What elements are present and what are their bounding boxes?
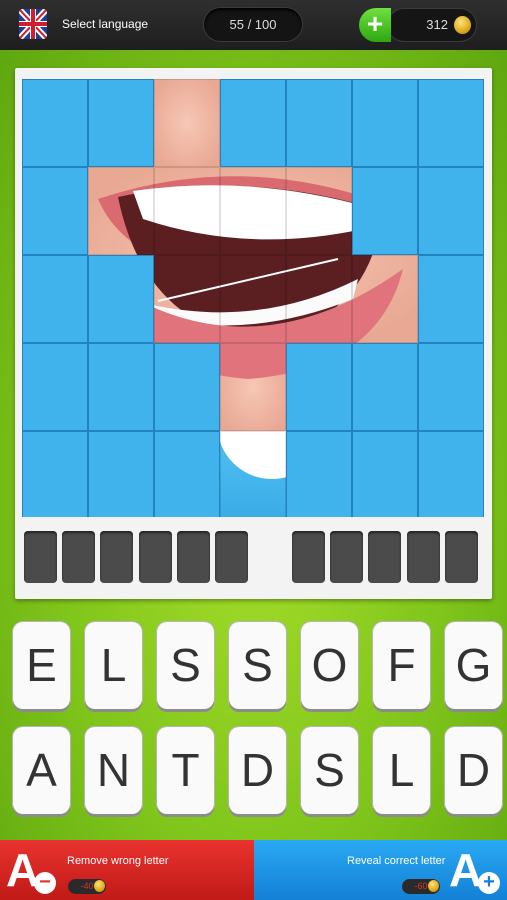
letter-key[interactable]: D xyxy=(445,727,502,814)
coin-count: 312 xyxy=(426,17,448,32)
hidden-tile xyxy=(22,79,88,167)
hidden-tile xyxy=(352,343,418,431)
answer-slot[interactable] xyxy=(176,531,210,583)
select-language-link[interactable]: Select language xyxy=(62,17,148,31)
hidden-tile xyxy=(352,167,418,255)
add-coins-button[interactable]: + xyxy=(359,8,391,42)
level-progress: 55 / 100 xyxy=(204,8,302,41)
hidden-tile xyxy=(154,343,220,431)
hidden-tile xyxy=(286,79,352,167)
revealed-tile xyxy=(88,167,154,255)
letter-key[interactable]: L xyxy=(85,622,142,709)
letter-key[interactable]: N xyxy=(85,727,142,814)
revealed-tile xyxy=(286,167,352,255)
revealed-tile xyxy=(154,79,220,167)
letter-key[interactable]: D xyxy=(229,727,286,814)
hidden-tile xyxy=(352,431,418,517)
revealed-tile xyxy=(154,167,220,255)
hidden-tile xyxy=(286,431,352,517)
revealed-tile xyxy=(220,255,286,343)
answer-slot[interactable] xyxy=(138,531,172,583)
hidden-tile xyxy=(22,431,88,517)
puzzle-picture: ? ? ? ? ? ? xyxy=(22,79,484,517)
revealed-tile xyxy=(220,167,286,255)
letter-key[interactable]: S xyxy=(301,727,358,814)
letter-a-icon: A xyxy=(6,844,40,896)
plus-icon: + xyxy=(478,872,500,894)
hidden-tile xyxy=(88,79,154,167)
hidden-tile xyxy=(352,79,418,167)
answer-slot[interactable] xyxy=(100,531,134,583)
hidden-tile xyxy=(418,343,484,431)
reveal-correct-letter-label: Reveal correct letter xyxy=(347,855,446,867)
hidden-tile xyxy=(220,79,286,167)
answer-slot[interactable] xyxy=(406,531,440,583)
letter-key[interactable]: L xyxy=(373,727,430,814)
remove-wrong-letter-label: Remove wrong letter xyxy=(67,855,169,867)
letter-key[interactable]: T xyxy=(157,727,214,814)
hidden-tile xyxy=(418,79,484,167)
revealed-tile xyxy=(154,255,220,343)
answer-slot[interactable] xyxy=(368,531,402,583)
coin-icon xyxy=(428,880,439,892)
coin-icon xyxy=(94,880,105,892)
answer-slot[interactable] xyxy=(330,531,364,583)
revealed-tile xyxy=(220,343,286,431)
letter-key[interactable]: A xyxy=(13,727,70,814)
hidden-tile xyxy=(22,167,88,255)
hidden-tile xyxy=(418,167,484,255)
uk-flag-icon[interactable] xyxy=(19,9,47,39)
revealed-tile xyxy=(220,431,286,517)
answer-slot[interactable] xyxy=(215,531,248,583)
revealed-tile xyxy=(286,255,352,343)
hidden-tile xyxy=(88,431,154,517)
hidden-tile xyxy=(286,343,352,431)
hidden-tile xyxy=(154,431,220,517)
letter-key[interactable]: S xyxy=(157,622,214,709)
coin-counter: 312 xyxy=(388,9,476,41)
letter-key[interactable]: S xyxy=(229,622,286,709)
answer-slot[interactable] xyxy=(444,531,478,583)
letter-a-icon: A xyxy=(449,844,483,896)
answer-slot[interactable] xyxy=(24,531,57,583)
hidden-tile xyxy=(418,255,484,343)
letter-key[interactable]: O xyxy=(301,622,358,709)
revealed-tile xyxy=(352,255,418,343)
hidden-tile xyxy=(22,343,88,431)
hidden-tile xyxy=(22,255,88,343)
hidden-tile xyxy=(88,255,154,343)
hidden-tile xyxy=(418,431,484,517)
minus-icon: − xyxy=(34,872,56,894)
coin-icon xyxy=(454,16,471,34)
hidden-tile xyxy=(88,343,154,431)
letter-key[interactable]: F xyxy=(373,622,430,709)
answer-slot[interactable] xyxy=(62,531,96,583)
letter-key[interactable]: E xyxy=(13,622,70,709)
answer-slot[interactable] xyxy=(292,531,325,583)
letter-key[interactable]: G xyxy=(445,622,502,709)
